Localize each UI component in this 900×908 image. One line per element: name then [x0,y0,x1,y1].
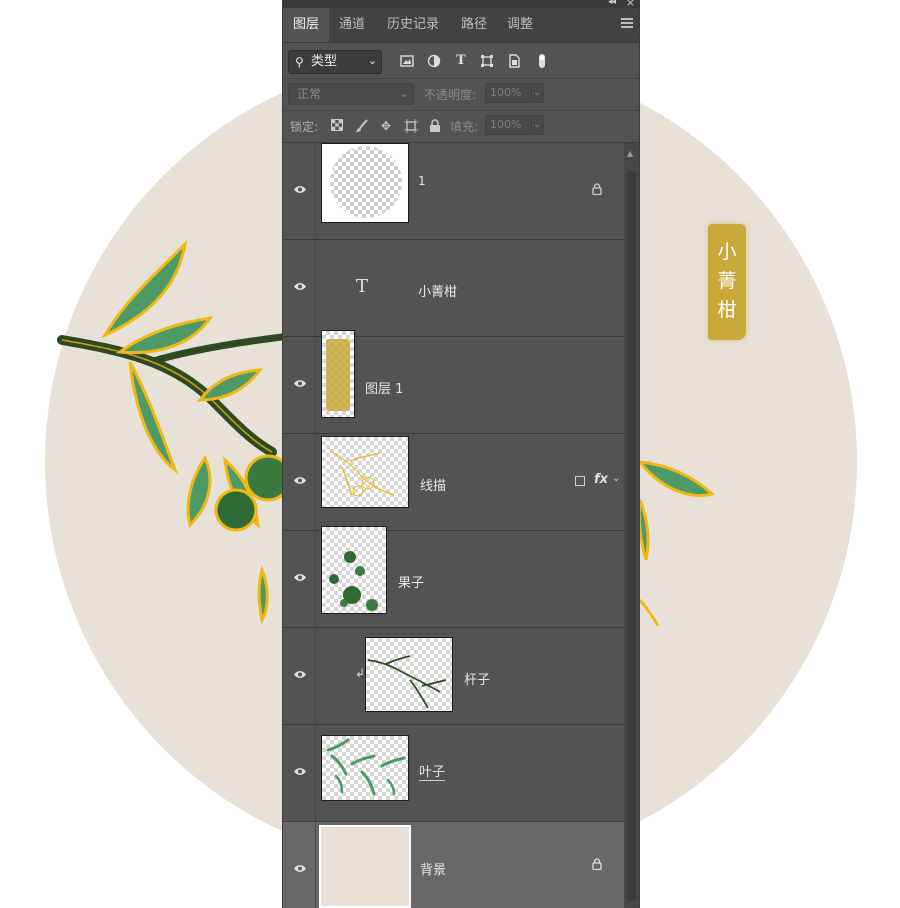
tab-channels[interactable]: 通道 [329,8,375,42]
fx-label[interactable]: fx [594,472,608,487]
scroll-up-icon[interactable]: ▲ [627,149,633,158]
lock-row: 锁定: ✥ 填充: 100% ⌄ [283,110,639,143]
blend-row: 正常 ⌄ 不透明度: 100% ⌄ [283,78,639,111]
layer-thumbnail [321,526,387,614]
visibility-toggle[interactable] [283,531,316,627]
layer-row-stem[interactable]: ↲ 杆子 [283,628,624,725]
layer-row-leaves[interactable]: 叶子 [283,725,624,822]
scrollbar-thumb[interactable] [627,171,636,901]
layer-thumbnail [319,825,411,908]
eye-icon [294,380,306,387]
expand-effects-icon[interactable]: ⌄ [612,473,620,484]
layer-row-fruit[interactable]: 果子 [283,526,624,628]
adjustment-filter-icon[interactable] [427,54,441,68]
layer-effect-icon[interactable] [575,476,585,486]
filter-row: ⚲ 类型 ⌄ T [283,42,639,79]
layer-row-linework[interactable]: 线描 fx ⌄ [283,434,624,531]
title-badge: 小 菁 柑 [708,224,746,340]
blend-mode-select[interactable]: 正常 ⌄ [288,83,414,105]
lock-position-icon[interactable]: ✥ [379,119,393,133]
visibility-toggle[interactable] [283,434,316,530]
tab-layers[interactable]: 图层 [283,8,329,42]
chevron-down-icon: ⌄ [399,87,409,100]
opacity-input[interactable]: 100% [485,83,529,103]
visibility-toggle[interactable] [283,725,316,821]
tab-history[interactable]: 历史记录 [375,8,451,42]
layer-thumbnail [321,330,355,418]
visibility-toggle[interactable] [283,337,316,433]
lock-label: 锁定: [290,120,319,134]
chevron-down-icon: ⌄ [367,54,377,67]
layer-thumbnail [321,436,409,508]
visibility-toggle[interactable] [283,822,316,908]
fill-dropdown-icon[interactable]: ⌄ [530,115,544,135]
fill-label: 填充: [450,120,479,134]
type-filter-icon[interactable]: T [454,54,468,68]
layer-name: 杆子 [464,673,491,688]
badge-text: 小 菁 柑 [717,241,737,321]
smart-object-filter-icon[interactable] [507,54,521,68]
lock-paint-icon[interactable] [355,119,369,133]
opacity-label: 不透明度: [424,88,477,102]
layer-name: 背景 [420,863,447,878]
layer-name: 小菁柑 [418,285,458,300]
opacity-dropdown-icon[interactable]: ⌄ [530,83,544,103]
layer-name: 果子 [398,576,425,591]
layer-row-background[interactable]: 背景 [283,822,624,908]
eye-icon [294,865,306,872]
lock-all-icon[interactable] [428,119,442,133]
tab-paths[interactable]: 路径 [451,8,497,42]
lock-icon [592,858,602,870]
lock-artboard-icon[interactable] [404,119,418,133]
shape-filter-icon[interactable] [480,54,494,68]
layer-thumbnail [365,637,453,712]
blend-mode-value: 正常 [297,87,322,101]
layer-thumbnail [321,735,409,801]
fill-input[interactable]: 100% [485,115,529,135]
lock-icon [592,183,602,195]
layer-name: 图层 1 [365,382,404,397]
eye-icon [294,768,306,775]
tab-adjustments[interactable]: 调整 [497,8,543,42]
layer-name: 线描 [420,479,447,494]
visibility-toggle[interactable] [283,143,316,239]
panel-tabs: 图层 通道 历史记录 路径 调整 [283,8,639,43]
image-filter-icon[interactable] [400,54,414,68]
eye-icon [294,574,306,581]
layers-panel: ◂◂ × 图层 通道 历史记录 路径 调整 ⚲ 类型 ⌄ T 正常 ⌄ 不透明度… [282,0,640,908]
eye-icon [294,186,306,193]
eye-icon [294,283,306,290]
filter-toggle-icon[interactable] [535,54,549,68]
layers-list: 1 T 小菁柑 图层 1 线描 fx ⌄ 果子 ↲ 杆子 叶子 背景 [283,143,624,908]
collapse-icon[interactable]: ◂◂ [608,0,616,7]
layer-row-layer1[interactable]: 图层 1 [283,330,624,434]
eye-icon [294,671,306,678]
layer-row-text[interactable]: T 小菁柑 [283,240,624,337]
layer-thumbnail [321,143,409,223]
filter-kind-select[interactable]: ⚲ 类型 ⌄ [288,50,382,74]
layer-row-1[interactable]: 1 [283,143,624,240]
search-icon: ⚲ [295,55,304,69]
lock-transparent-icon[interactable] [330,119,344,133]
clipping-mask-icon: ↲ [355,666,366,680]
visibility-toggle[interactable] [283,240,316,336]
eye-icon [294,477,306,484]
layers-scrollbar[interactable]: ▲ [624,143,639,908]
panel-collapse-bar: ◂◂ × [283,0,639,9]
layer-name: 1 [418,174,426,188]
layer-name: 叶子 [419,765,446,781]
text-layer-icon: T [356,276,369,297]
panel-menu-icon[interactable] [621,18,633,28]
visibility-toggle[interactable] [283,628,316,724]
filter-kind-label: 类型 [311,54,338,69]
